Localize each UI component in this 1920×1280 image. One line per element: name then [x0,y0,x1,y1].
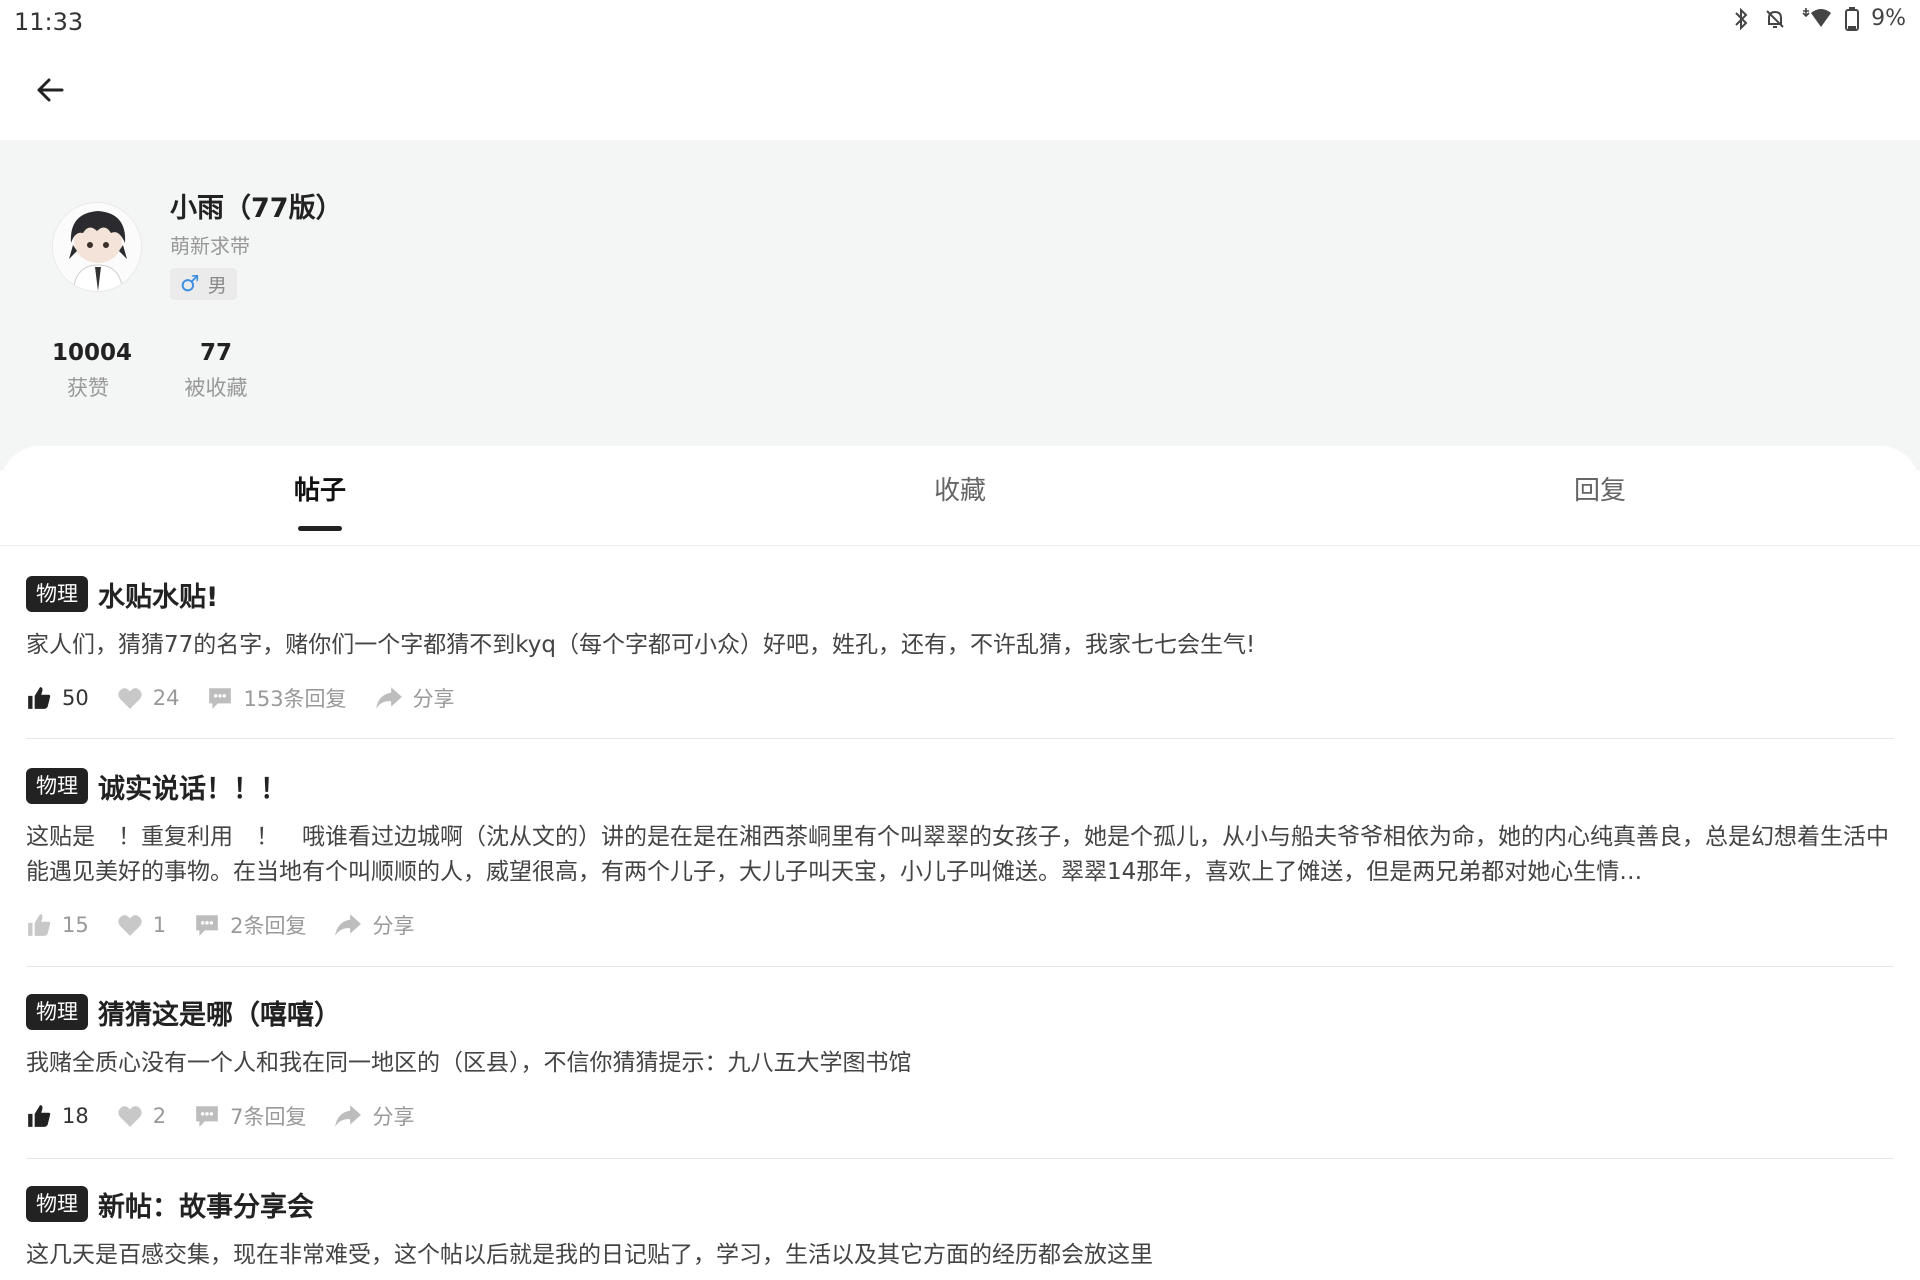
share-button[interactable]: 分享 [334,910,414,940]
reply-count: 153条回复 [243,687,347,711]
post-tag: 物理 [26,768,88,804]
like-count: 18 [62,1104,89,1128]
post-title: 猜猜这是哪（嘻嘻） [98,999,341,1031]
post-item[interactable]: 物理 诚实说话！！！ 这贴是 ！重复利用 ！ 哦谁看过边城啊（沈从文的）讲的是在… [26,766,1894,940]
post-title: 水贴水贴! [98,581,219,613]
favorite-button[interactable]: 24 [117,686,180,710]
tab-favorites[interactable]: 收藏 [934,470,986,507]
post-body: 这几天是百感交集，现在非常难受，这个帖以后就是我的日记贴了，学习，生活以及其它方… [26,1242,1153,1268]
like-count: 15 [62,913,89,937]
battery-icon [1845,6,1860,31]
reply-count: 2条回复 [230,914,307,938]
post-body: 我赌全质心没有一个人和我在同一地区的（区县），不信你猜猜提示：九八五大学图书馆 [26,1050,912,1076]
arrow-left-icon [37,78,64,102]
share-icon [375,687,402,709]
like-button[interactable]: 15 [26,912,89,938]
tab-replies[interactable]: 回复 [1574,470,1626,507]
male-icon: ♂ [180,271,200,297]
content-card: 帖子 收藏 回复 物理 水贴水贴! 家人们，猜猜77的名字，赌你们一个字都猜不到… [0,446,1920,1280]
comment-icon [196,915,218,936]
status-time: 11:33 [14,8,84,36]
post-actions: 15 1 2条回复 分享 [26,910,1894,940]
favorite-button[interactable]: 2 [117,1104,166,1128]
post-item[interactable]: 物理 新帖：故事分享会 这几天是百感交集，现在非常难受，这个帖以后就是我的日记贴… [26,1184,1894,1273]
share-button[interactable]: 分享 [375,683,455,713]
bluetooth-icon [1731,7,1751,31]
share-button[interactable]: 分享 [334,1101,414,1131]
share-label: 分享 [372,914,415,938]
reply-button[interactable]: 2条回复 [194,910,306,940]
like-count: 50 [62,686,89,710]
thumbs-up-icon [28,1105,51,1127]
thumbs-up-icon [28,914,51,936]
post-item[interactable]: 物理 水贴水贴! 家人们，猜猜77的名字，赌你们一个字都猜不到kyq（每个字都可… [26,574,1894,713]
like-button[interactable]: 18 [26,1103,89,1129]
post-title: 新帖：故事分享会 [98,1191,314,1223]
share-label: 分享 [372,1105,415,1129]
stat-favorited[interactable]: 77 被收藏 [180,340,252,402]
wifi-icon [1799,7,1833,31]
notifications-off-icon [1763,7,1787,31]
post-item[interactable]: 物理 猜猜这是哪（嘻嘻） 我赌全质心没有一个人和我在同一地区的（区县），不信你猜… [26,992,1894,1131]
tab-posts[interactable]: 帖子 [294,470,346,507]
comment-icon [196,1106,218,1127]
post-actions: 18 2 7条回复 分享 [26,1101,1894,1131]
share-label: 分享 [412,687,455,711]
avatar[interactable] [52,202,142,292]
stat-favorited-value: 77 [199,340,232,366]
divider [26,1158,1894,1159]
reply-button[interactable]: 153条回复 [207,683,347,713]
back-button[interactable] [28,68,72,112]
favorite-count: 24 [152,686,180,710]
post-actions: 50 24 153条回复 分享 [26,683,1894,713]
gender-badge: ♂ 男 [170,268,237,300]
status-bar: 11:33 9% [0,0,1920,44]
post-body: 家人们，猜猜77的名字，赌你们一个字都猜不到kyq（每个字都可小众）好吧，姓孔，… [26,632,1256,658]
like-button[interactable]: 50 [26,685,89,711]
post-title: 诚实说话！！！ [98,773,287,805]
gender-label: 男 [207,274,227,297]
reply-button[interactable]: 7条回复 [194,1101,306,1131]
stat-likes-value: 10004 [52,340,133,366]
share-icon [335,1105,362,1127]
tab-bar: 帖子 收藏 回复 [0,446,1920,546]
username: 小雨（77版） [170,193,343,224]
post-tag: 物理 [26,576,88,612]
favorite-count: 2 [152,1104,167,1128]
status-icons: 9% [1731,6,1906,31]
reply-count: 7条回复 [230,1105,307,1129]
comment-icon [209,688,232,709]
favorite-count: 1 [152,913,167,937]
app-bar [0,44,1920,140]
thumbs-up-icon [28,687,51,709]
stat-likes-label: 获赞 [67,376,109,400]
stat-favorited-label: 被收藏 [184,376,248,400]
post-body: 这贴是 ！重复利用 ！ 哦谁看过边城啊（沈从文的）讲的是在是在湘西茶峒里有个叫翠… [26,824,1889,885]
heart-icon [118,1106,142,1127]
battery-percent: 9% [1871,6,1906,31]
heart-icon [118,688,142,709]
tab-indicator [298,526,342,531]
profile-header: 小雨（77版） 萌新求带 ♂ 男 10004 获赞 77 被收藏 [0,140,1920,470]
divider [26,966,1894,967]
favorite-button[interactable]: 1 [117,913,166,937]
post-tag: 物理 [26,994,88,1030]
divider [26,738,1894,739]
share-icon [335,914,362,936]
stat-likes[interactable]: 10004 获赞 [52,340,133,402]
user-title: 萌新求带 [170,234,250,258]
heart-icon [118,915,142,936]
post-tag: 物理 [26,1186,88,1222]
